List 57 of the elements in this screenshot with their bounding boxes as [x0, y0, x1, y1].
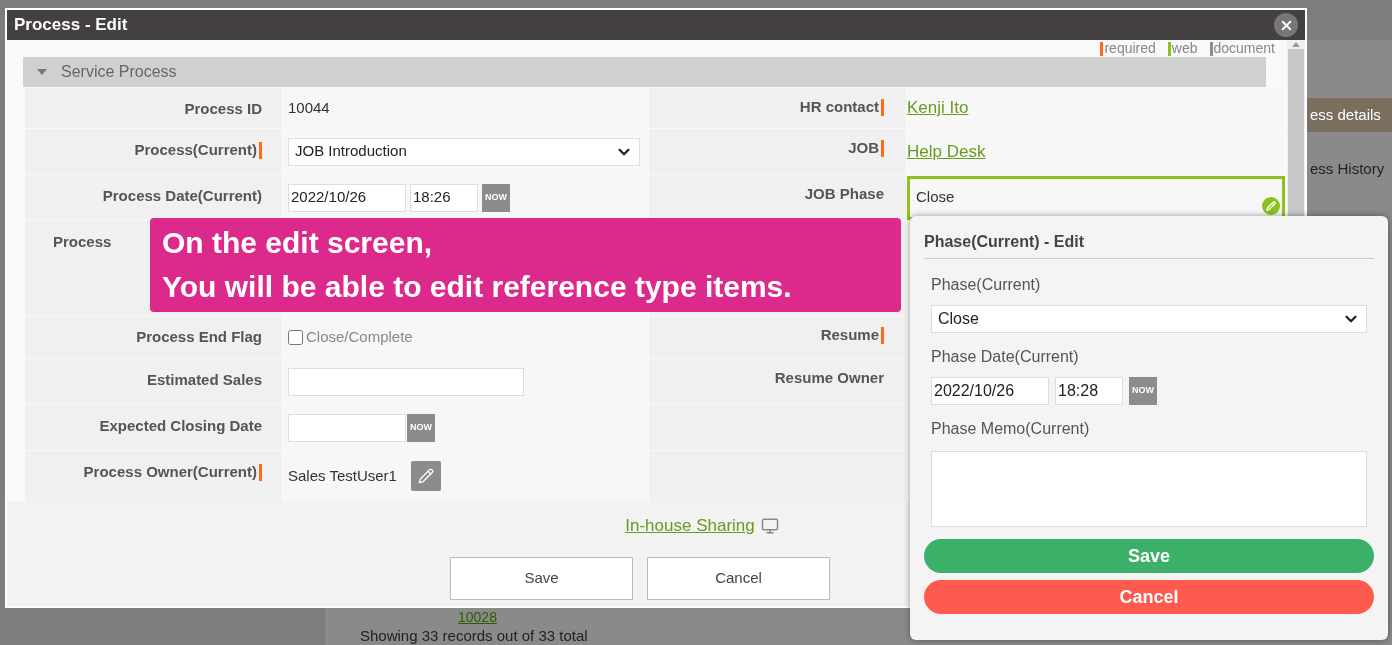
- record-link[interactable]: Kenji Ito: [907, 95, 969, 121]
- field-label: Phase Date(Current): [931, 347, 1080, 367]
- now-button[interactable]: NOW: [407, 413, 435, 442]
- field-label: Process End Flag: [136, 327, 262, 347]
- user-name: Sales TestUser1: [288, 465, 397, 486]
- time-field[interactable]: 18:28: [1055, 377, 1123, 405]
- record-link[interactable]: 10028: [458, 609, 497, 625]
- popup-button[interactable]: Save: [924, 539, 1374, 573]
- field-label: JOB: [848, 138, 879, 158]
- select-field[interactable]: JOB Introduction: [288, 137, 640, 166]
- dialog-button[interactable]: Save: [450, 556, 633, 600]
- field-label: Phase(Current): [931, 275, 1042, 295]
- legend-item: web: [1167, 40, 1198, 57]
- select-field[interactable]: Close: [931, 305, 1367, 333]
- popup-title: Phase(Current) - Edit: [924, 230, 1374, 259]
- now-button[interactable]: NOW: [1129, 377, 1157, 405]
- field-label: Resume: [820, 325, 879, 345]
- scroll-up-icon[interactable]: [1292, 42, 1300, 47]
- field-label: Expected Closing Date: [99, 416, 262, 436]
- callout-text: You will be able to edit reference type items.: [162, 269, 793, 305]
- dialog-button[interactable]: Cancel: [647, 556, 830, 600]
- dialog-title: Process - Edit: [14, 14, 128, 37]
- date-field[interactable]: [288, 413, 406, 442]
- checkbox-option[interactable]: Close/Complete: [288, 325, 413, 349]
- callout-text: On the edit screen,: [162, 225, 434, 261]
- checkbox[interactable]: [288, 329, 303, 345]
- field-label: Resume Owner: [774, 368, 884, 388]
- close-button[interactable]: [1274, 13, 1298, 37]
- pencil-icon: [1266, 200, 1276, 211]
- field-label: Process Owner(Current): [83, 462, 257, 482]
- field-label: Process: [53, 232, 112, 252]
- legend-item: required: [1100, 40, 1156, 57]
- input-field[interactable]: [288, 367, 524, 396]
- field-value: 10044: [288, 97, 330, 118]
- caret-icon: [37, 69, 47, 75]
- edit-icon[interactable]: [1262, 196, 1280, 215]
- field-label: Estimated Sales: [146, 370, 262, 390]
- field-label: HR contact: [799, 97, 879, 117]
- records-count: Showing 33 records out of 33 total: [360, 627, 588, 644]
- date-field[interactable]: 2022/10/26: [931, 377, 1049, 405]
- section-header[interactable]: Service Process: [23, 57, 1266, 87]
- field-label: JOB Phase: [804, 184, 884, 204]
- monitor-icon: [760, 516, 779, 535]
- field-label: Process(Current): [134, 140, 257, 160]
- record-link[interactable]: Help Desk: [907, 138, 986, 165]
- pencil-icon: [417, 468, 434, 484]
- memo-field[interactable]: [931, 451, 1367, 527]
- field-label: Phase Memo(Current): [931, 419, 1091, 439]
- time-field[interactable]: 18:26: [410, 183, 478, 212]
- edit-button[interactable]: [410, 461, 441, 491]
- popup-button[interactable]: Cancel: [924, 580, 1374, 614]
- field-label: Process Date(Current): [102, 186, 262, 206]
- sharing-link[interactable]: In-house Sharing: [625, 513, 755, 539]
- field-label: Process ID: [184, 99, 262, 119]
- now-button[interactable]: NOW: [482, 183, 510, 212]
- legend-item: document: [1209, 40, 1275, 57]
- date-field[interactable]: 2022/10/26: [288, 183, 406, 212]
